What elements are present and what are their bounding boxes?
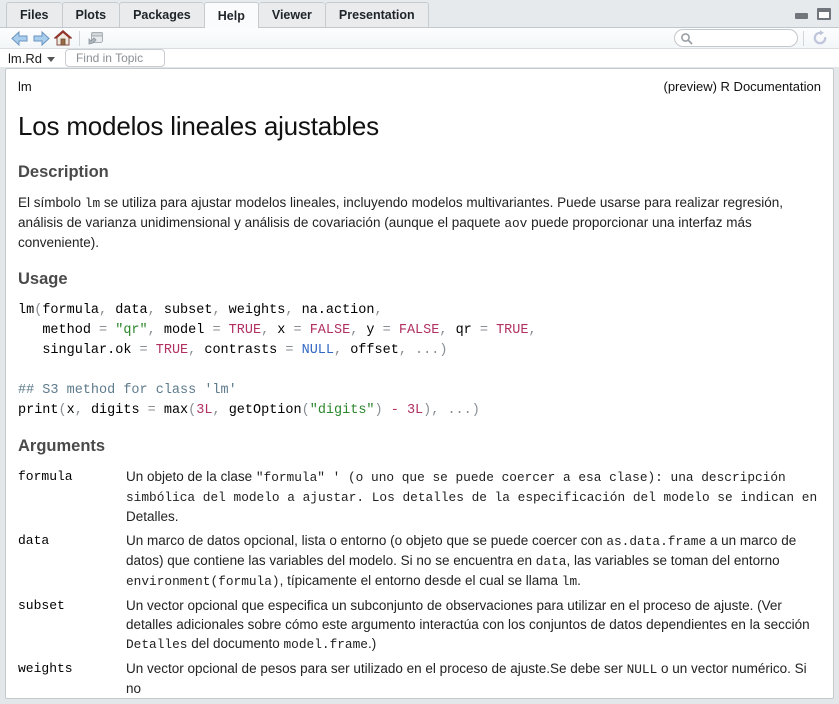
help-pane: FilesPlotsPackagesHelpViewerPresentation (0, 0, 839, 657)
text-run: El símbolo (18, 195, 85, 210)
back-button[interactable] (8, 28, 30, 48)
caret-down-icon (47, 57, 55, 62)
refresh-button[interactable] (809, 28, 831, 48)
minimize-icon (795, 13, 808, 19)
toolbar-separator (79, 31, 80, 46)
usage-heading: Usage (18, 270, 821, 288)
pane-tabbar: FilesPlotsPackagesHelpViewerPresentation (0, 0, 839, 28)
description-heading: Description (18, 163, 821, 181)
help-document: lm (preview) R Documentation Los modelos… (5, 68, 834, 699)
window-controls (795, 8, 832, 20)
maximize-pane-button[interactable] (817, 8, 832, 20)
pane-tabs: FilesPlotsPackagesHelpViewerPresentation (6, 2, 429, 27)
argument-term: weights (18, 659, 126, 698)
argument-description: Un marco de datos opcional, lista o ento… (126, 531, 821, 591)
text-run: Detalles. (126, 509, 179, 524)
doc-topic-name: lm (18, 79, 32, 95)
text-run: Un marco de datos opcional, lista o ento… (126, 533, 606, 548)
doc-header-right: (preview) R Documentation (663, 79, 821, 95)
inline-code: lm (85, 196, 100, 211)
find-in-topic-input[interactable] (65, 49, 165, 67)
argument-term: data (18, 531, 126, 591)
text-run: del documento (187, 636, 283, 651)
inline-code: Detalles (126, 637, 187, 652)
argument-description: Un objeto de la clase "formula" ' (o uno… (126, 467, 821, 526)
argument-row: weightsUn vector opcional de pesos para … (18, 659, 821, 698)
inline-code: as.data.frame (606, 534, 706, 549)
inline-code: data (536, 554, 567, 569)
help-search-input[interactable] (693, 31, 793, 45)
topic-selector-label: lm.Rd (8, 51, 42, 66)
back-arrow-icon (11, 31, 28, 46)
text-run: .) (368, 636, 376, 651)
argument-term: formula (18, 467, 126, 526)
topic-selector[interactable]: lm.Rd (8, 51, 55, 66)
argument-row: subsetUn vector opcional que especifica … (18, 596, 821, 654)
arguments-heading: Arguments (18, 437, 821, 455)
search-icon (680, 32, 693, 45)
tab-presentation[interactable]: Presentation (325, 2, 429, 27)
text-run: Un objeto de la clase (126, 469, 256, 484)
inline-code: environment(formula) (126, 574, 280, 589)
help-toolbar (0, 28, 839, 49)
popout-icon (88, 31, 104, 45)
topic-bar: lm.Rd (0, 49, 839, 67)
argument-description: Un vector opcional que especifica un sub… (126, 596, 821, 654)
tab-plots[interactable]: Plots (62, 2, 120, 27)
text-run: , típicamente el entorno desde el cual s… (280, 573, 562, 588)
doc-header: lm (preview) R Documentation (18, 79, 821, 95)
tab-packages[interactable]: Packages (119, 2, 204, 27)
maximize-icon (817, 8, 831, 20)
argument-description: Un vector opcional de pesos para ser uti… (126, 659, 821, 698)
description-paragraph: El símbolo lm se utiliza para ajustar mo… (18, 193, 821, 252)
argument-term: subset (18, 596, 126, 654)
show-in-new-window-button[interactable] (85, 28, 107, 48)
tab-files[interactable]: Files (6, 2, 62, 27)
toolbar-separator (803, 31, 804, 46)
argument-row: dataUn marco de datos opcional, lista o … (18, 531, 821, 591)
tab-help[interactable]: Help (204, 2, 259, 28)
text-run: Un vector opcional que especifica un sub… (126, 598, 810, 632)
arguments-table: formulaUn objeto de la clase "formula" '… (18, 467, 821, 698)
forward-arrow-icon (33, 31, 50, 46)
home-icon (54, 30, 72, 46)
help-search-box (674, 29, 798, 47)
usage-code-block: lm(formula, data, subset, weights, na.ac… (18, 301, 821, 421)
text-run: , las variables se toman del entorno (566, 553, 779, 568)
text-run: . (577, 573, 581, 588)
text-run: Un vector opcional de pesos para ser uti… (126, 661, 627, 676)
help-content-area: lm (preview) R Documentation Los modelos… (0, 67, 839, 704)
inline-code: lm (562, 574, 577, 589)
inline-code: NULL (627, 662, 658, 677)
home-button[interactable] (52, 28, 74, 48)
refresh-icon (812, 30, 828, 46)
inline-code: aov (504, 216, 527, 231)
forward-button[interactable] (30, 28, 52, 48)
argument-row: formulaUn objeto de la clase "formula" '… (18, 467, 821, 526)
inline-code: model.frame (284, 637, 368, 652)
tab-viewer[interactable]: Viewer (259, 2, 325, 27)
toolbar-right-group (674, 28, 831, 48)
page-title: Los modelos lineales ajustables (18, 111, 821, 141)
minimize-pane-button[interactable] (795, 8, 810, 20)
